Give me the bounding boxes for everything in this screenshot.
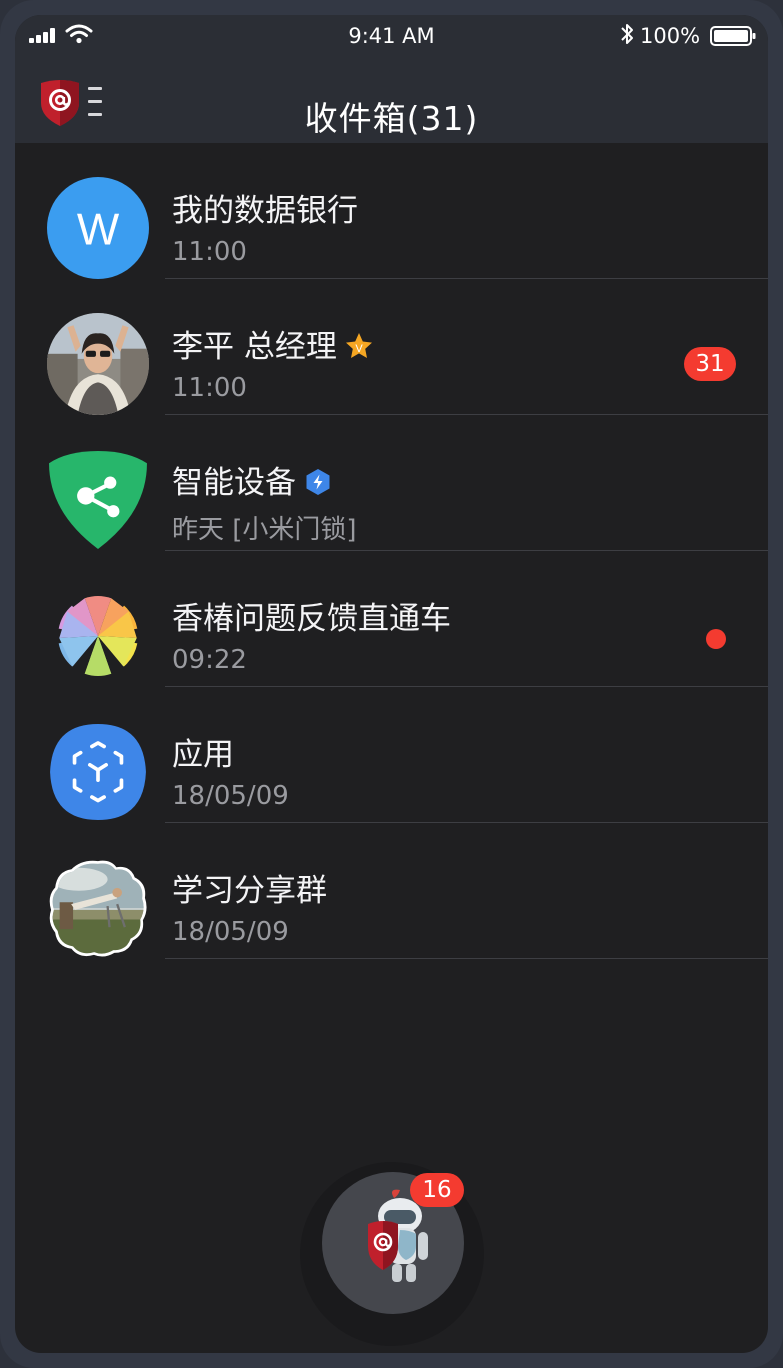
conversation-name: 智能设备 (172, 465, 296, 501)
page-title: 收件箱(31) (304, 99, 479, 138)
conversation-time: 09:22 (172, 645, 247, 675)
conversation-row[interactable]: 应用 18/05/09 (15, 687, 768, 823)
conversation-time: 18/05/09 (172, 917, 289, 947)
conversation-name: 我的数据银行 (172, 193, 358, 229)
conversation-title: 智能设备 (172, 457, 332, 502)
letter-avatar: W (47, 177, 149, 279)
assistant-badge: 16 (410, 1173, 464, 1207)
conversation-row[interactable]: 李平 总经理 V 11:00 31 (15, 279, 768, 415)
unread-count-badge: 31 (684, 347, 736, 381)
battery-icon (710, 26, 756, 46)
conversation-time: 11:00 (172, 237, 247, 267)
conversation-row[interactable]: 智能设备 昨天 [小米门锁] (15, 415, 768, 551)
unread-dot (706, 629, 726, 649)
flower-avatar (58, 596, 138, 676)
conversation-name: 应用 (172, 737, 234, 773)
lightning-icon (306, 468, 330, 495)
share-shield-avatar (49, 451, 147, 549)
divider (165, 958, 768, 959)
status-bar: 9:41 AM 100% (15, 15, 768, 57)
conversation-time: 18/05/09 (172, 781, 289, 811)
conversation-preview: 昨天 [小米门锁] (172, 515, 357, 545)
device-frame: 9:41 AM 100% 收件箱(31) W 我的数据银行 11:00 李平 总… (0, 0, 783, 1368)
conversation-row[interactable]: 学习分享群 18/05/09 (15, 823, 768, 959)
group-photo-avatar (49, 860, 147, 957)
vip-badge-label: V (355, 343, 363, 355)
conversation-row[interactable]: 香椿问题反馈直通车 09:22 (15, 551, 768, 687)
vip-star-icon: V (345, 332, 372, 358)
conversation-name: 学习分享群 (172, 873, 327, 909)
battery-percentage: 100% (640, 24, 701, 48)
conversation-time: 11:00 (172, 373, 247, 403)
photo-avatar (47, 313, 149, 415)
conversation-title: 李平 总经理 V (172, 321, 373, 366)
conversation-list: W 我的数据银行 11:00 李平 总经理 V 11:00 31 智能设备 昨天… (15, 143, 768, 959)
app-cube-avatar (50, 724, 146, 820)
conversation-row[interactable]: W 我的数据银行 11:00 (15, 143, 768, 279)
top-bar: 9:41 AM 100% 收件箱(31) (15, 15, 768, 143)
bluetooth-icon (621, 24, 633, 44)
screen: 9:41 AM 100% 收件箱(31) W 我的数据银行 11:00 李平 总… (15, 15, 768, 1353)
avatar-letter: W (77, 203, 120, 254)
conversation-name: 香椿问题反馈直通车 (172, 601, 451, 637)
conversation-name: 李平 总经理 (172, 329, 337, 365)
